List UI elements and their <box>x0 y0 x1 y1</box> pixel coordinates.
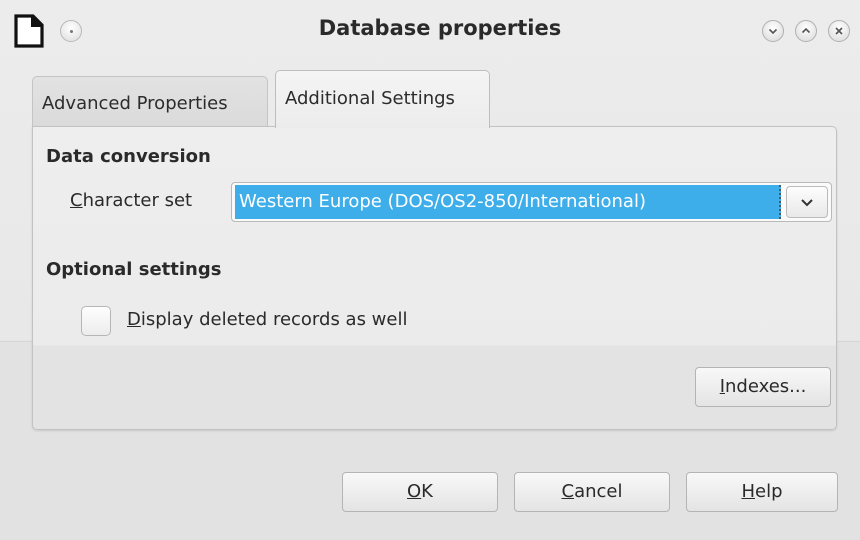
tab-additional-settings[interactable]: Additional Settings <box>275 70 490 128</box>
chevron-down-icon <box>768 28 778 35</box>
display-deleted-label-text: isplay deleted records as well <box>140 309 408 330</box>
minimize-button[interactable] <box>762 20 784 42</box>
close-icon <box>835 27 843 35</box>
character-set-select[interactable]: Western Europe (DOS/OS2-850/Internationa… <box>231 182 832 222</box>
help-mnemonic: H <box>741 481 756 502</box>
ok-label: K <box>421 481 433 502</box>
close-button[interactable] <box>828 20 850 42</box>
maximize-button[interactable] <box>795 20 817 42</box>
ok-button[interactable]: OK <box>342 472 498 512</box>
cancel-label: ancel <box>574 481 623 502</box>
indexes-label: ndexes... <box>725 376 807 397</box>
display-deleted-checkbox[interactable] <box>81 306 111 336</box>
character-set-dropdown-button[interactable] <box>786 186 828 218</box>
display-deleted-mnemonic: D <box>127 309 141 330</box>
character-set-label: Character set <box>70 190 192 211</box>
character-set-label-text: haracter set <box>82 190 193 211</box>
character-set-value: Western Europe (DOS/OS2-850/Internationa… <box>235 185 781 219</box>
help-label: elp <box>755 481 783 502</box>
title-bar: Database properties <box>0 0 860 62</box>
help-button[interactable]: Help <box>686 472 838 512</box>
tab-advanced-properties[interactable]: Advanced Properties <box>32 76 268 130</box>
database-properties-dialog: Database properties Advanced Properties … <box>0 0 860 540</box>
optional-settings-heading: Optional settings <box>46 259 222 280</box>
display-deleted-label[interactable]: Display deleted records as well <box>127 309 407 330</box>
cancel-mnemonic: C <box>561 481 575 502</box>
window-title: Database properties <box>318 16 562 40</box>
indexes-button[interactable]: Indexes... <box>695 367 831 407</box>
data-conversion-heading: Data conversion <box>46 146 211 167</box>
chevron-down-icon <box>801 199 813 207</box>
ok-mnemonic: O <box>407 481 422 502</box>
cancel-button[interactable]: Cancel <box>514 472 670 512</box>
character-set-mnemonic: C <box>70 190 83 211</box>
chevron-up-icon <box>801 27 811 34</box>
